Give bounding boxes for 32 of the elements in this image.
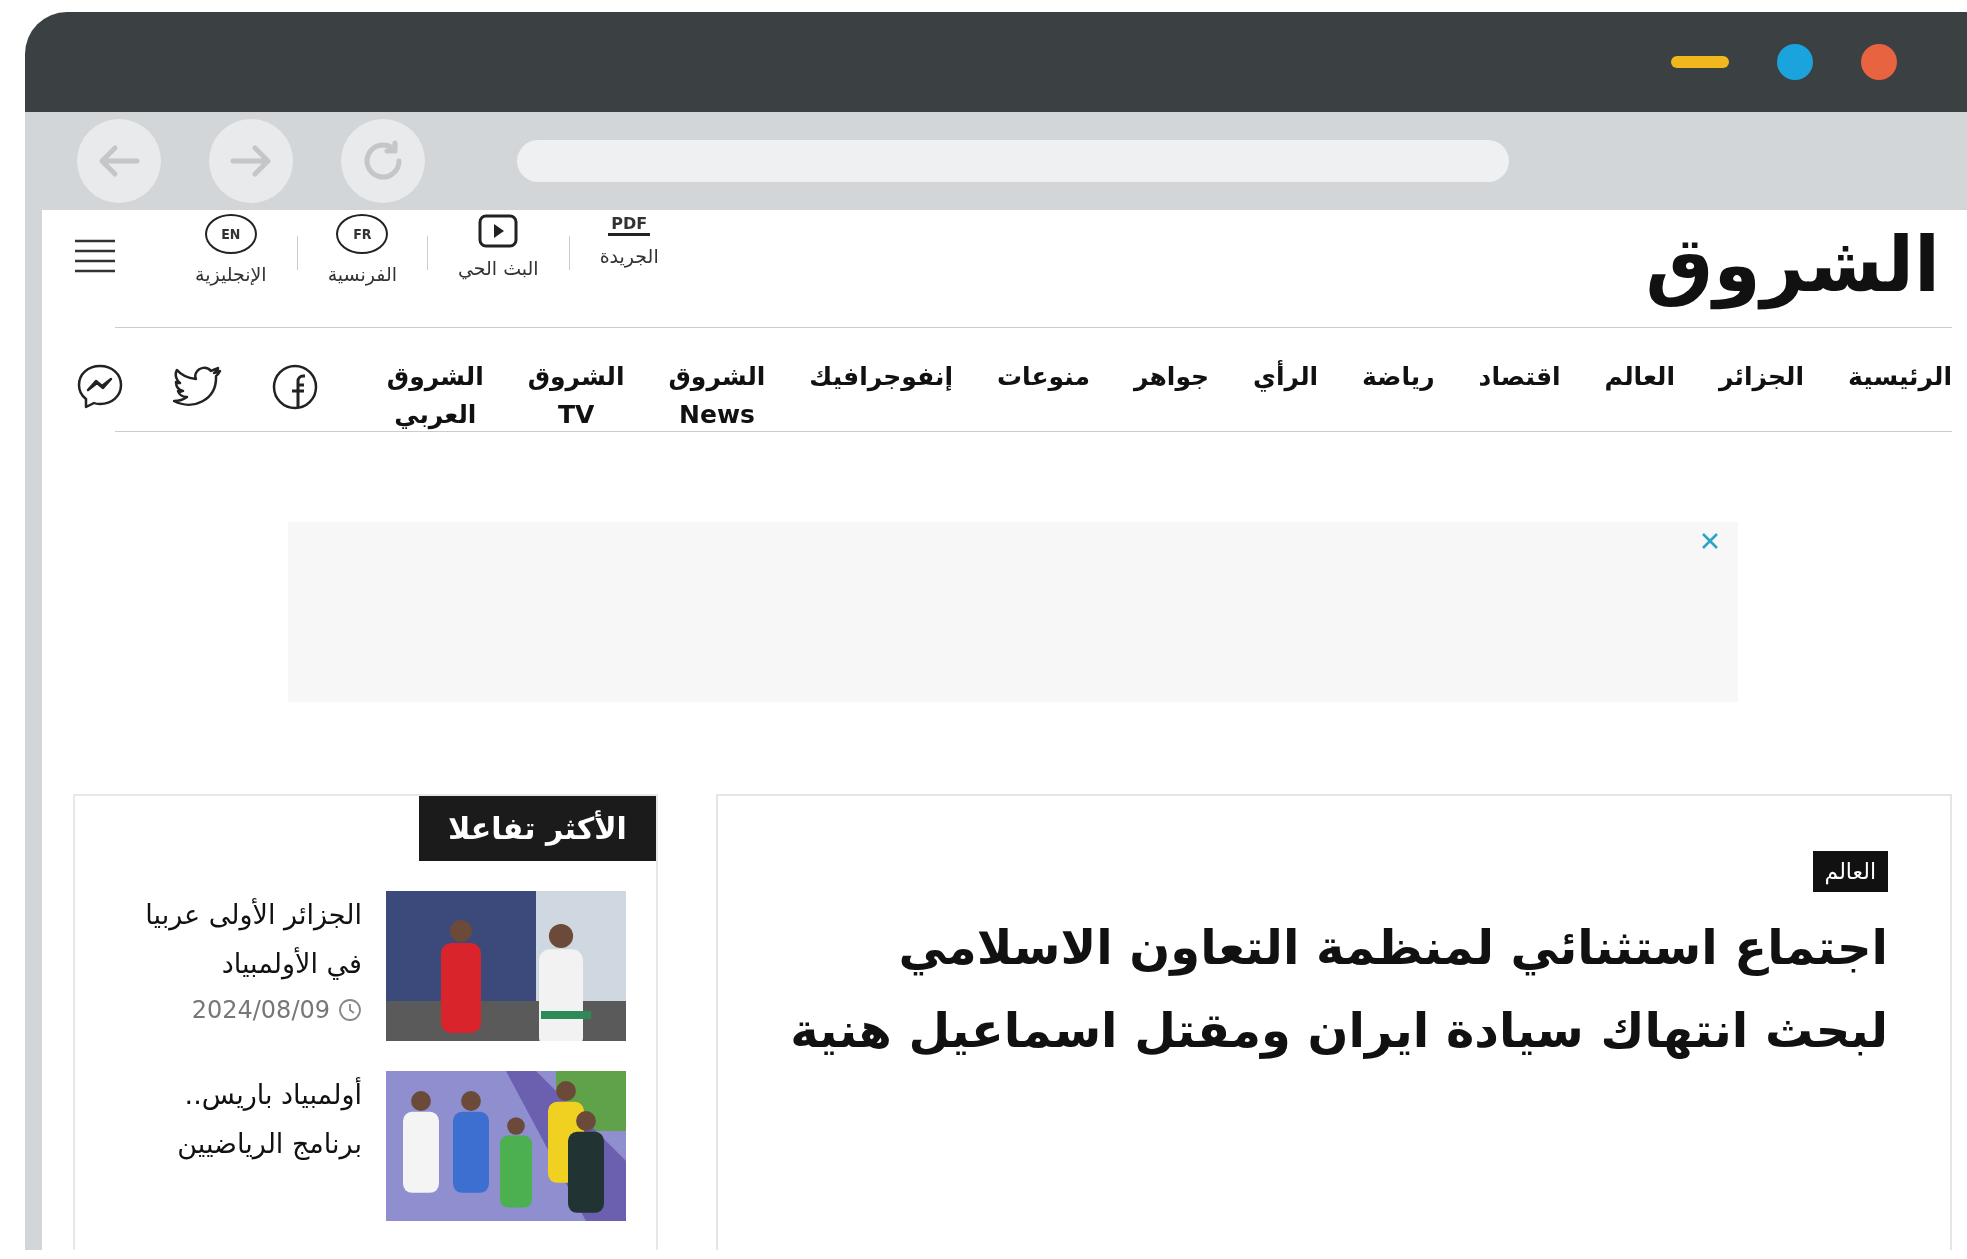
facebook-icon[interactable]	[270, 362, 319, 411]
language-icon: FR	[336, 214, 389, 254]
close-icon[interactable]	[1861, 44, 1897, 80]
maximize-icon[interactable]	[1777, 44, 1813, 80]
play-icon	[478, 214, 519, 248]
site-logo[interactable]: الشروق	[1633, 214, 1952, 317]
nav-link[interactable]: منوعات	[997, 357, 1090, 397]
article-link[interactable]: الجزائر الأولى عربيا في الأولمبياد	[107, 891, 362, 989]
twitter-icon[interactable]	[172, 365, 223, 408]
section-title: الأكثر تفاعلا	[419, 796, 656, 862]
category-tag[interactable]: العالم	[1812, 851, 1888, 893]
nav-link[interactable]: العالم	[1604, 357, 1676, 397]
nav-link[interactable]: الجزائر	[1719, 357, 1805, 397]
back-arrow-icon	[97, 144, 141, 178]
nav-link[interactable]: الرئيسية	[1848, 357, 1952, 397]
nav-link[interactable]: الرأي	[1253, 357, 1319, 397]
language-icon: EN	[204, 214, 257, 254]
article-link[interactable]: أولمبياد باريس.. برنامج الرياضيين	[107, 1071, 362, 1169]
minimize-icon[interactable]	[1671, 56, 1729, 68]
nav-link[interactable]: الشروق العربي	[386, 357, 484, 436]
article-date: 2024/08/09	[191, 995, 330, 1027]
clock-icon	[338, 998, 362, 1023]
forward-arrow-icon	[229, 144, 273, 178]
nav-link[interactable]: رياضة	[1362, 357, 1435, 397]
menu-icon[interactable]	[73, 238, 117, 274]
nav-link[interactable]: جواهر	[1133, 357, 1210, 397]
nav-link[interactable]: إنفوجرافيك	[809, 357, 953, 397]
quick-link[interactable]: البث الحي	[428, 214, 569, 283]
nav-link[interactable]: الشروق News	[668, 357, 766, 436]
nav-link[interactable]: الشروق TV	[527, 357, 625, 436]
nav-link[interactable]: اقتصاد	[1478, 357, 1561, 397]
article-headline[interactable]: اجتماع استثنائي لمنظمة التعاون الاسلامي لبحث انتهاك سيادة ايران ومقتل اسماعيل هنية	[768, 906, 1888, 1072]
